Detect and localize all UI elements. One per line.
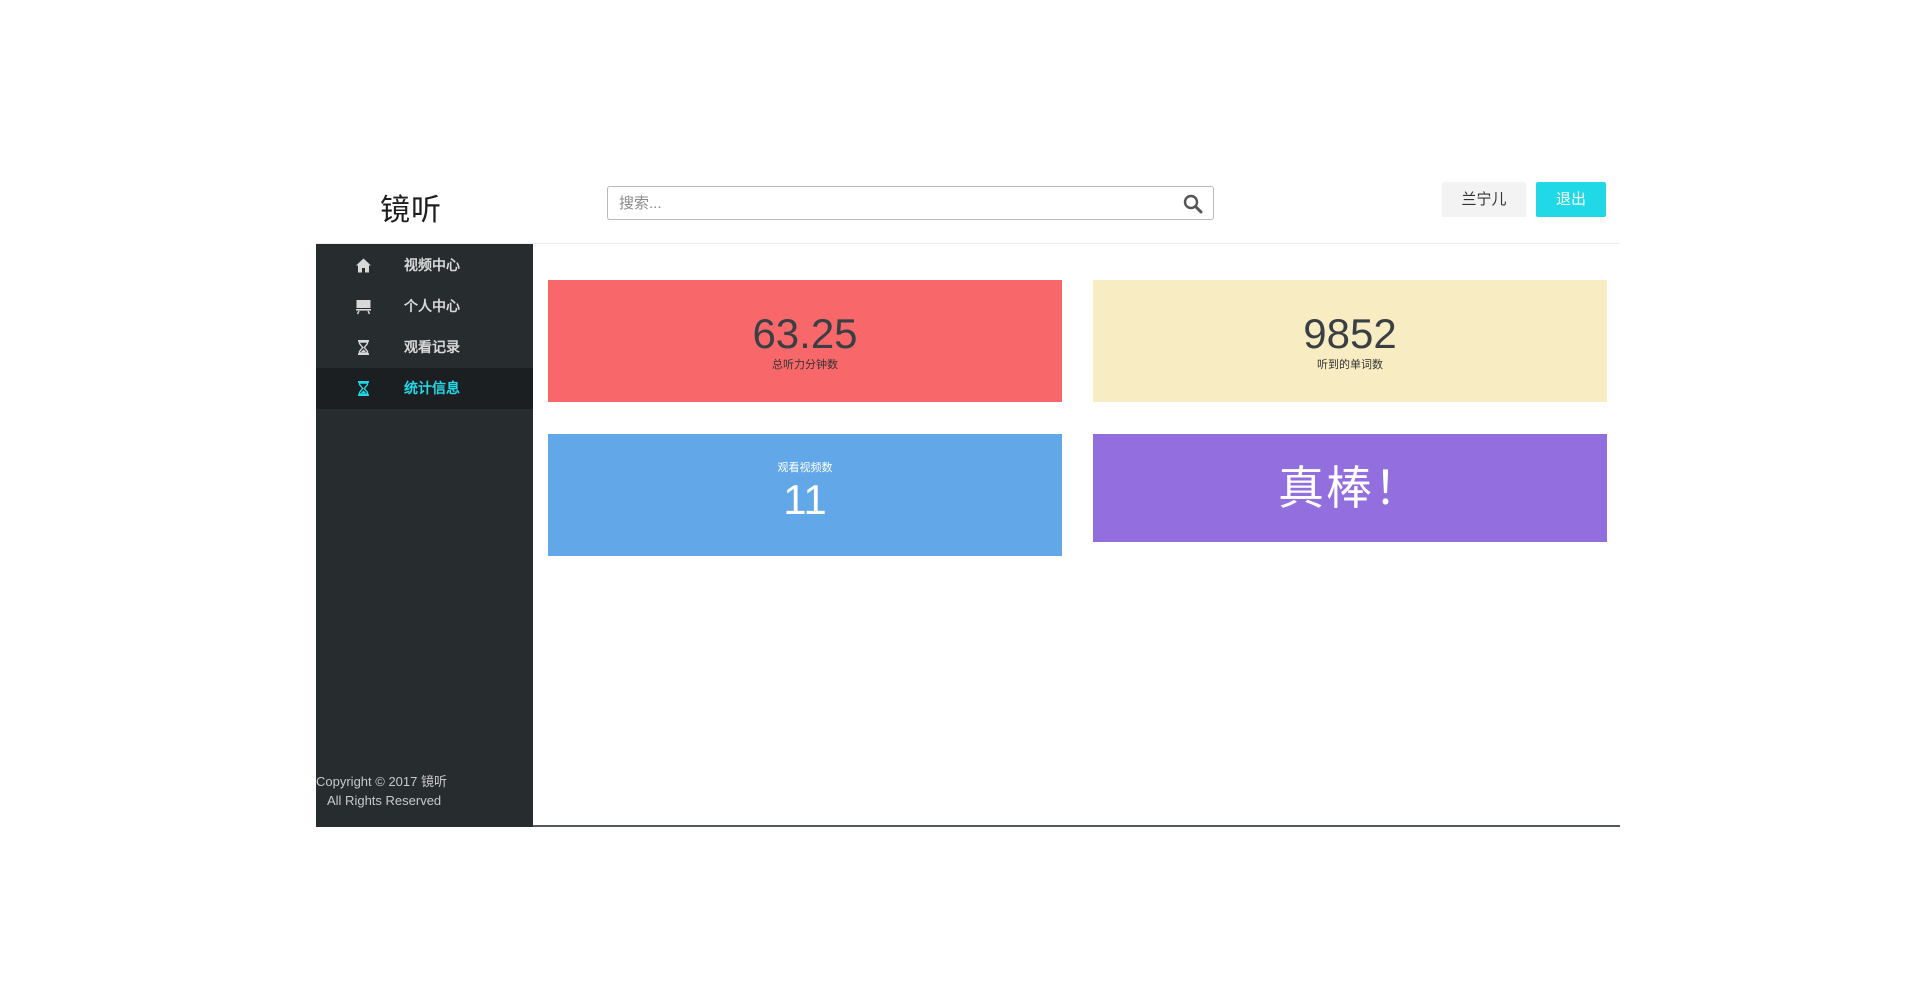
stat-card-minutes: 63.25 总听力分钟数: [548, 280, 1062, 402]
praise-text: 真棒！: [1278, 462, 1422, 514]
stat-value: 11: [783, 476, 827, 523]
stat-card-words: 9852 听到的单词数: [1093, 280, 1607, 402]
hourglass-icon: [355, 339, 372, 356]
presentation-icon: [355, 298, 372, 315]
rights-reserved: All Rights Reserved: [327, 793, 442, 808]
search-box: [607, 186, 1214, 220]
praise-card: 真棒！: [1093, 434, 1607, 542]
copyright-line: Copyright © 2017 镜听: [316, 774, 447, 789]
sidebar: 视频中心 个人中心 观看记录 统计信息 Copyright © 2017 镜听 …: [316, 244, 533, 827]
sidebar-item-label: 视频中心: [404, 257, 460, 273]
sidebar-item-label: 个人中心: [404, 298, 460, 314]
stat-card-videos: 观看视频数 11: [548, 434, 1062, 556]
sidebar-item-label: 统计信息: [404, 380, 460, 396]
stat-value: 9852: [1303, 310, 1397, 357]
app-logo[interactable]: 镜听: [380, 178, 500, 244]
stat-label: 观看视频数: [777, 462, 833, 474]
sidebar-item-video-center[interactable]: 视频中心: [316, 245, 533, 286]
top-header: 镜听 兰宁儿 退出: [316, 178, 1620, 244]
search-input[interactable]: [608, 187, 1168, 219]
stat-label: 总听力分钟数: [772, 359, 838, 371]
sidebar-item-label: 观看记录: [404, 339, 460, 355]
user-button[interactable]: 兰宁儿: [1442, 182, 1526, 217]
app-frame: 镜听 兰宁儿 退出 视频中心: [316, 178, 1620, 827]
stat-value: 63.25: [752, 310, 858, 357]
home-icon: [355, 257, 372, 274]
copyright: Copyright © 2017 镜听 All Rights Reserved: [316, 772, 533, 810]
main-content: 63.25 总听力分钟数 9852 听到的单词数 观看视频数 11 真棒！: [533, 244, 1620, 827]
sidebar-item-watch-history[interactable]: 观看记录: [316, 327, 533, 368]
sidebar-item-statistics[interactable]: 统计信息: [316, 368, 533, 409]
hourglass-icon: [355, 380, 372, 397]
logout-button[interactable]: 退出: [1536, 182, 1606, 217]
search-icon[interactable]: [1183, 194, 1203, 214]
sidebar-item-personal-center[interactable]: 个人中心: [316, 286, 533, 327]
stat-label: 听到的单词数: [1317, 359, 1383, 371]
